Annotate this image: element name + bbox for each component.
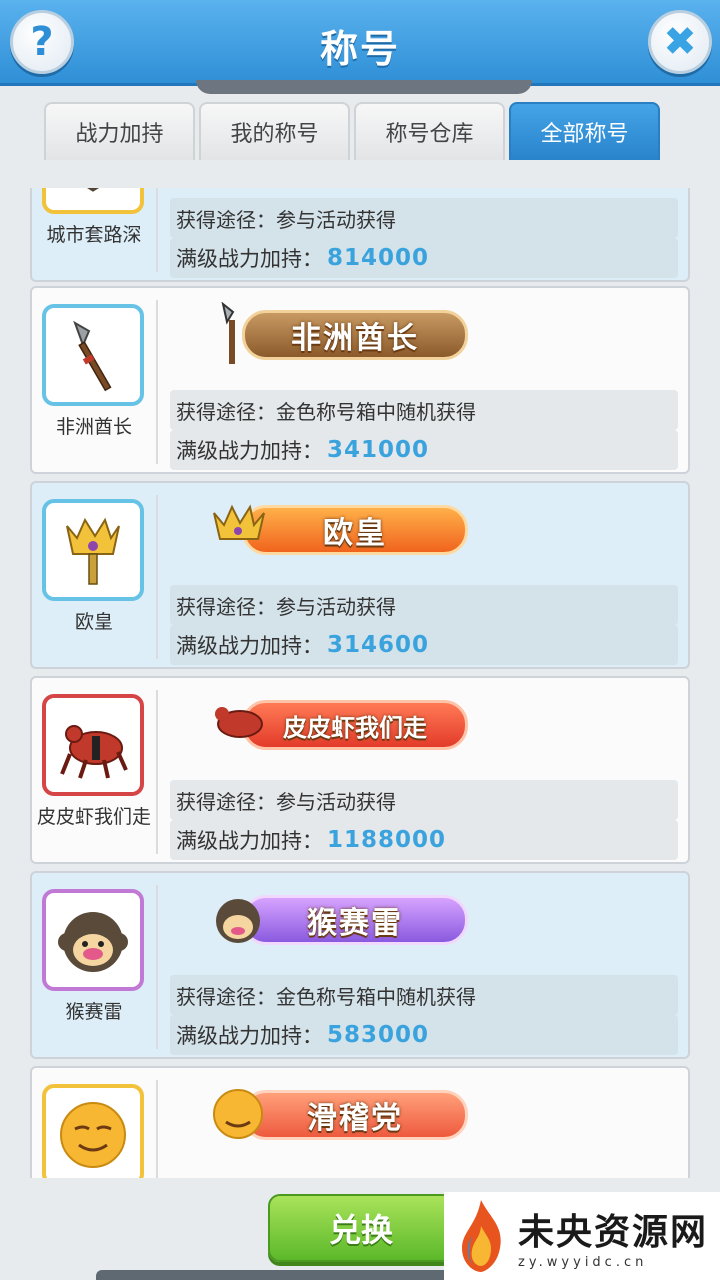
list-item[interactable]: 皮皮虾我们走 皮皮虾我们走 获得途径： 参与活动获得 满级战力加持： 1188000 (30, 676, 690, 864)
exchange-button[interactable]: 兑换 (268, 1194, 454, 1262)
power-label: 满级战力加持： (176, 634, 323, 658)
source-row: 获得途径： 参与活动获得 (170, 198, 678, 238)
title-name: 皮皮虾我们走 (36, 806, 151, 828)
title-name: 欧皇 (74, 611, 113, 633)
page-title: 称号 (319, 27, 400, 71)
badge-label: 皮皮虾我们走 (242, 700, 468, 750)
watermark-title: 未央资源网 (518, 1210, 709, 1253)
source-label: 获得途径： (176, 399, 276, 424)
source-value: 金色称号箱中随机获得 (276, 399, 476, 424)
close-icon: ✖ (663, 19, 697, 65)
title-badge: 滑稽党 (192, 1078, 492, 1162)
spear-icon (206, 302, 270, 366)
watermark: 未央资源网 zy.wyyidc.cn (444, 1192, 720, 1280)
close-button[interactable]: ✖ (648, 10, 712, 74)
source-row: 获得途径： 参与活动获得 (170, 780, 678, 820)
crown-scepter-icon (66, 517, 120, 585)
tab-all-titles[interactable]: 全部称号 (509, 102, 660, 160)
power-row: 满级战力加持： 1188000 (170, 820, 678, 860)
title-name: 猴赛雷 (65, 1001, 123, 1023)
shield-icon (87, 188, 99, 192)
title-icon (42, 499, 144, 601)
title-badge: 猴赛雷 (192, 883, 492, 967)
source-row: 获得途径： 金色称号箱中随机获得 (170, 975, 678, 1015)
crown-icon (206, 497, 270, 561)
card-divider (156, 300, 158, 464)
title-badge: 皮皮虾我们走 (192, 688, 492, 772)
card-divider (156, 885, 158, 1049)
source-value: 金色称号箱中随机获得 (276, 984, 476, 1009)
power-value: 314600 (327, 632, 430, 658)
tab-power-boost[interactable]: 战力加持 (44, 102, 195, 160)
source-row: 获得途径： 金色称号箱中随机获得 (170, 390, 678, 430)
title-badge: 非洲酋长 (192, 298, 492, 382)
watermark-url: zy.wyyidc.cn (518, 1254, 648, 1270)
power-label: 满级战力加持： (176, 1024, 323, 1048)
title-icon (42, 1084, 144, 1178)
card-divider (156, 1080, 158, 1178)
source-label: 获得途径： (176, 207, 276, 232)
source-value: 参与活动获得 (276, 594, 396, 619)
power-row: 满级战力加持： 814000 (170, 238, 678, 278)
tab-my-titles[interactable]: 我的称号 (199, 102, 350, 160)
badge-label: 非洲酋长 (242, 310, 468, 360)
title-badge: 欧皇 (192, 493, 492, 577)
header-notch (196, 80, 532, 94)
badge-label: 滑稽党 (242, 1090, 468, 1140)
card-divider (156, 690, 158, 854)
power-row: 满级战力加持： 583000 (170, 1015, 678, 1055)
title-name: 城市套路深 (46, 224, 142, 246)
power-value: 341000 (327, 437, 430, 463)
source-label: 获得途径： (176, 789, 276, 814)
tab-bar: 战力加持 我的称号 称号仓库 全部称号 (44, 102, 660, 160)
source-value: 参与活动获得 (276, 789, 396, 814)
list-item[interactable]: 城市套路深 获得途径： 参与活动获得 满级战力加持： 814000 (30, 188, 690, 282)
source-label: 获得途径： (176, 594, 276, 619)
list-item[interactable]: 滑稽党 (30, 1066, 690, 1178)
power-label: 满级战力加持： (176, 829, 323, 853)
source-value: 参与活动获得 (276, 207, 396, 232)
tab-title-storage[interactable]: 称号仓库 (354, 102, 505, 160)
list-item[interactable]: 非洲酋长 非洲酋长 获得途径： 金色称号箱中随机获得 满级战力加持： 341000 (30, 286, 690, 474)
badge-label: 猴赛雷 (242, 895, 468, 945)
title-icon (42, 889, 144, 991)
title-list[interactable]: 城市套路深 获得途径： 参与活动获得 满级战力加持： 814000 非洲酋长 非洲酋… (30, 188, 692, 1178)
smirk-face-icon (206, 1082, 270, 1146)
list-item[interactable]: 猴赛雷 猴赛雷 获得途径： 金色称号箱中随机获得 满级战力加持： 583000 (30, 871, 690, 1059)
card-divider (156, 495, 158, 659)
mantis-shrimp-icon (206, 692, 270, 756)
monkey-icon (206, 887, 270, 951)
title-icon (42, 188, 144, 214)
spear-icon (73, 320, 112, 392)
flame-logo-icon (462, 1200, 501, 1272)
title-icon (42, 304, 144, 406)
mantis-shrimp-icon (60, 725, 128, 779)
title-name: 非洲酋长 (55, 416, 132, 438)
power-value: 1188000 (327, 827, 447, 853)
card-divider (156, 188, 158, 272)
badge-label: 欧皇 (242, 505, 468, 555)
power-value: 814000 (327, 245, 430, 271)
title-icon (42, 694, 144, 796)
source-row: 获得途径： 参与活动获得 (170, 585, 678, 625)
power-row: 满级战力加持： 341000 (170, 430, 678, 470)
list-item[interactable]: 欧皇 欧皇 获得途径： 参与活动获得 满级战力加持： 314600 (30, 481, 690, 669)
power-label: 满级战力加持： (176, 439, 323, 463)
source-label: 获得途径： (176, 984, 276, 1009)
power-row: 满级战力加持： 314600 (170, 625, 678, 665)
smirk-face-icon (60, 1102, 126, 1168)
power-label: 满级战力加持： (176, 247, 323, 271)
header-bar: ? 称号 ✖ (0, 0, 720, 86)
monkey-icon (58, 912, 128, 972)
power-value: 583000 (327, 1022, 430, 1048)
